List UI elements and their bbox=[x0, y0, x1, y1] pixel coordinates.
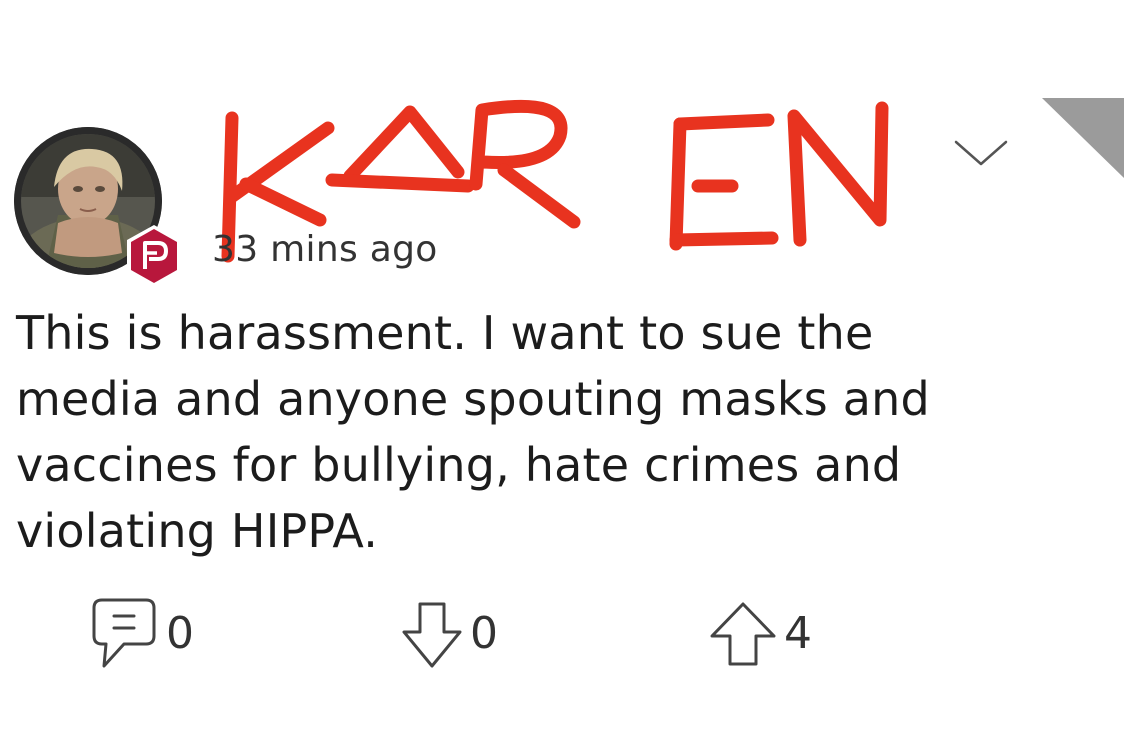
comments-count: 0 bbox=[166, 608, 194, 659]
parler-badge bbox=[125, 223, 183, 289]
downvotes-count: 0 bbox=[470, 608, 498, 659]
post-card: 33 mins ago This is harassment. I want t… bbox=[0, 0, 1124, 749]
post-timestamp: 33 mins ago bbox=[212, 229, 438, 270]
corner-flag bbox=[1042, 98, 1124, 178]
arrow-down-outline-icon bbox=[400, 596, 464, 672]
comments-button[interactable]: 0 bbox=[88, 596, 194, 672]
upvotes-count: 4 bbox=[784, 608, 812, 659]
arrow-up-outline-icon bbox=[708, 596, 778, 672]
chevron-down-icon bbox=[954, 140, 1008, 166]
corner-triangle-icon bbox=[1042, 98, 1124, 178]
post-menu-button[interactable] bbox=[952, 138, 1010, 168]
post-body: This is harassment. I want to sue the me… bbox=[16, 306, 930, 558]
downvote-button[interactable]: 0 bbox=[400, 596, 498, 672]
comment-bubble-icon bbox=[88, 596, 160, 672]
upvote-button[interactable]: 4 bbox=[708, 596, 812, 672]
parler-p-icon bbox=[127, 225, 181, 287]
